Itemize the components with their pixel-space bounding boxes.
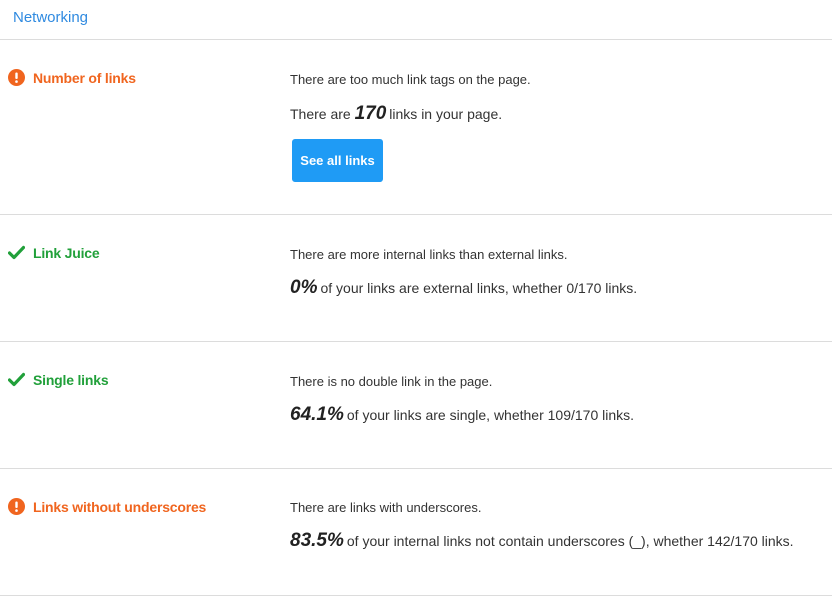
check-row-single-links: Single links There is no double link in … [0,342,832,469]
stat-suffix: links in your page. [389,106,503,122]
checkmark-icon [8,372,25,387]
check-description: There is no double link in the page. [290,374,493,389]
check-label-text: Link Juice [33,244,100,261]
check-label-links-without-underscores: Links without underscores [8,498,206,515]
check-row-link-juice: Link Juice There are more internal links… [0,215,832,342]
stat-suffix: of your links are single, whether 109/17… [346,407,635,423]
check-description: There are more internal links than exter… [290,247,568,262]
check-stat: 0% of your links are external links, whet… [290,277,637,299]
stat-suffix: of your links are external links, whethe… [320,280,638,296]
stat-value: 170 [354,103,387,124]
check-stat: 64.1% of your links are single, whether 1… [290,404,634,426]
check-label-link-juice: Link Juice [8,244,100,261]
check-row-links-without-underscores: Links without underscores There are link… [0,469,832,596]
check-label-single-links: Single links [8,371,109,388]
stat-prefix: There are [290,106,351,122]
section-header: Networking [0,0,832,40]
stat-value: 0% [290,277,318,298]
warning-icon [8,69,25,86]
check-description: There are links with underscores. [290,500,482,515]
check-stat: 83.5% of your internal links not contain … [290,530,794,552]
check-description: There are too much link tags on the page… [290,72,531,87]
see-all-links-button[interactable]: See all links [292,139,383,182]
warning-icon [8,498,25,515]
section-title-networking[interactable]: Networking [13,9,88,26]
check-stat: There are 170 links in your page. [290,103,502,125]
stat-value: 64.1% [290,404,344,425]
check-label-text: Number of links [33,69,136,86]
check-label-text: Links without underscores [33,498,207,515]
checkmark-icon [8,245,25,260]
check-row-number-of-links: Number of links There are too much link … [0,40,832,215]
check-label-number-of-links: Number of links [8,69,136,86]
stat-suffix: of your internal links not contain under… [346,533,794,549]
stat-value: 83.5% [290,530,344,551]
check-label-text: Single links [33,371,109,388]
